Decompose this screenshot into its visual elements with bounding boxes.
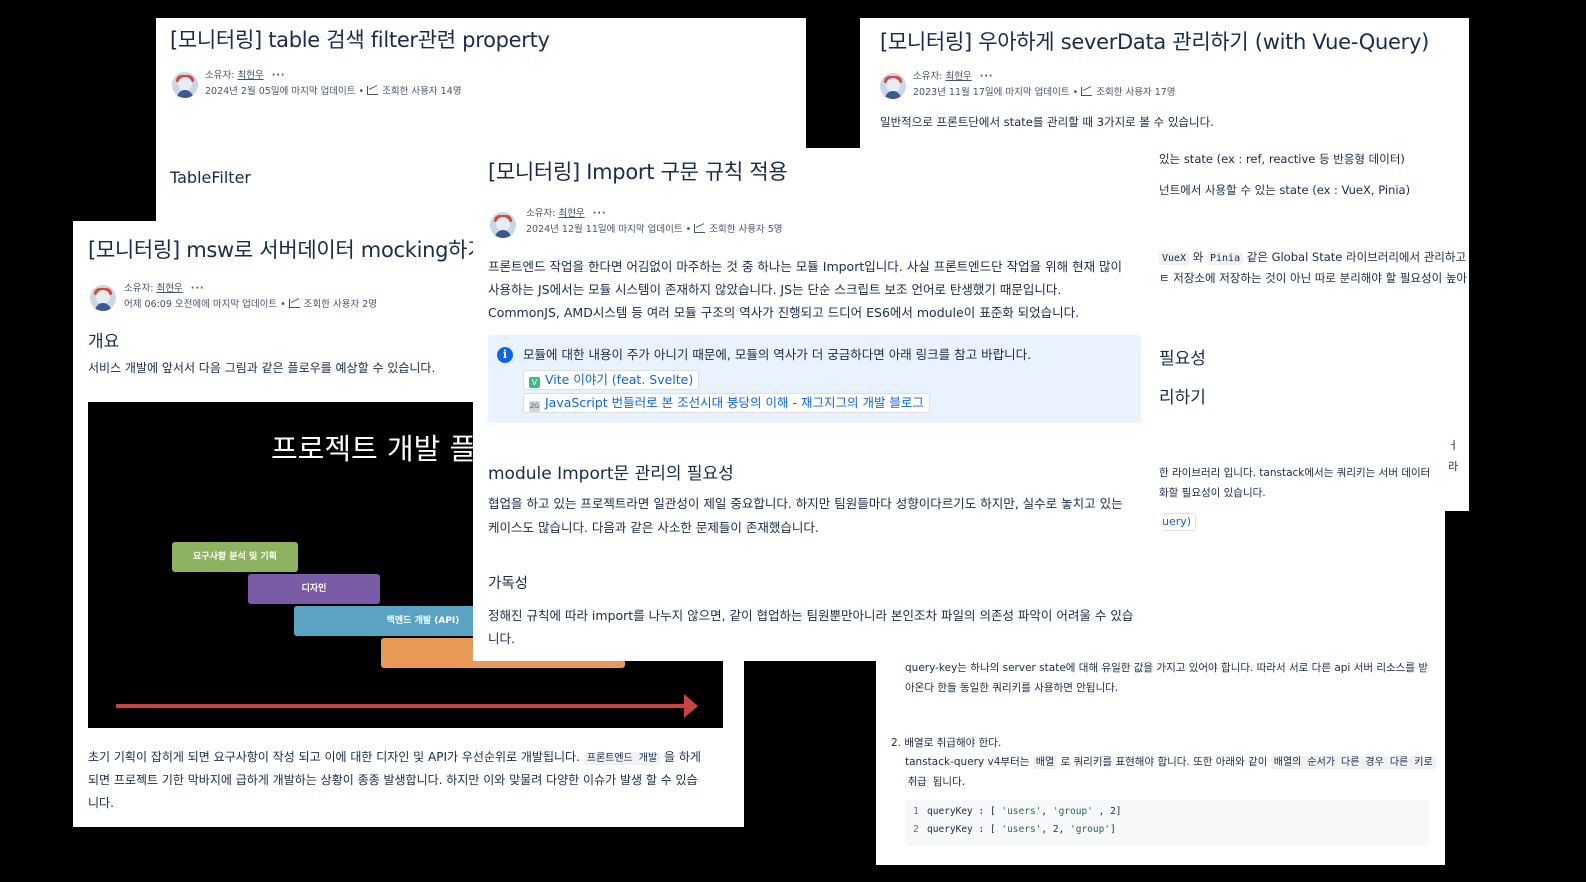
code-block[interactable]: 1 queryKey : [ 'users', 'group' , 2] 2 que…: [905, 800, 1429, 846]
owner-label: 소유자:: [205, 70, 235, 81]
paragraph: 되면 프로젝트 기한 막바지에 급하게 개발하는 상황이 종종 발생합니다. 하…: [88, 773, 698, 787]
section-heading: 개요: [88, 332, 120, 352]
owner-link[interactable]: 최현우: [945, 71, 971, 82]
paragraph: 초기 기획이 잡히게 되면 요구사항이 작성 되고 이에 대한 디자인 및 AP…: [88, 750, 701, 765]
list-item-body: tanstack-query v4부터는 배열 로 쿼리키를 표현해야 합니다.…: [905, 751, 1436, 774]
inline-code: 프론트엔드 개발: [583, 752, 661, 765]
page-title[interactable]: [모니터링] Import 구문 규칙 적용: [488, 156, 788, 186]
owner-link[interactable]: 최현우: [156, 283, 182, 294]
gantt-bar: 디자인: [248, 574, 380, 604]
section-heading: module Import문 관리의 필요성: [488, 464, 734, 484]
owner-label: 소유자:: [124, 283, 154, 294]
subsection-heading: 가독성: [488, 576, 529, 592]
paragraph: 케이스도 많습니다. 다음과 같은 사소한 문제들이 존재했습니다.: [488, 520, 819, 535]
analytics-icon: [1081, 87, 1093, 96]
inline-code: 취급: [905, 776, 930, 789]
info-icon: i: [497, 347, 513, 363]
more-icon[interactable]: ···: [191, 281, 205, 297]
paragraph: 니다.: [488, 631, 515, 646]
more-icon[interactable]: ···: [980, 69, 994, 85]
more-icon[interactable]: ···: [593, 206, 607, 222]
paragraph: 사용하는 JS에서는 모듈 시스템이 존재하지 않았습니다. JS는 단순 스크…: [488, 282, 1062, 297]
last-updated: 어제 06:09 오전에에 마지막 업데이트: [124, 299, 278, 310]
text-fragment: ㅓ: [1448, 439, 1459, 452]
page-title[interactable]: [모니터링] table 검색 filter관련 property: [170, 24, 550, 54]
timeline-arrow: [116, 704, 686, 708]
line-number: 2: [913, 824, 919, 835]
section-heading: 필요성: [1159, 349, 1206, 369]
paragraph: 아온다 한들 동일한 쿼리키를 사용하면 안됩니다.: [905, 682, 1119, 694]
smart-link-vite[interactable]: V Vite 이야기 (feat. Svelte): [523, 370, 700, 390]
inline-code: 배열: [1032, 756, 1058, 769]
analytics-icon: [694, 224, 706, 233]
analytics-icon: [288, 299, 300, 308]
analytics-icon: [367, 86, 379, 95]
inline-code: Pinia: [1207, 252, 1244, 265]
paragraph: CommonJS, AMD시스템 등 여러 모듈 구조의 역사가 진행되고 드디…: [488, 305, 1080, 320]
paragraph: 니다.: [88, 796, 114, 810]
list-item: 있는 state (ex : ref, reactive 등 반응형 데이터): [1159, 152, 1405, 166]
gantt-bar: 요구사항 분석 및 기획: [172, 542, 298, 572]
avatar[interactable]: [90, 285, 116, 311]
last-updated: 2024년 12월 11일에 마지막 업데이트: [526, 224, 683, 235]
viewer-count[interactable]: 조회한 사용자 14명: [382, 86, 461, 97]
owner-link[interactable]: 최현우: [237, 70, 263, 81]
page-byline: 소유자: 최현우 ··· 2024년 12월 11일에 마지막 업데이트 • 조…: [526, 206, 783, 235]
paragraph: 협업을 하고 있는 프로젝트라면 일관성이 제일 중요합니다. 하지만 팀원들마…: [488, 496, 1123, 511]
last-updated: 2023년 11월 17일에 마지막 업데이트: [913, 87, 1070, 98]
line-number: 1: [913, 806, 919, 817]
owner-link[interactable]: 최현우: [558, 208, 584, 219]
page-title[interactable]: [모니터링] msw로 서버데이터 mocking하기: [88, 234, 487, 264]
info-panel: i 모듈에 대한 내용이 주가 아니기 때문에, 모듈의 역사가 더 궁금하다면…: [488, 335, 1141, 423]
smart-link[interactable]: uery): [1162, 513, 1197, 531]
last-updated: 2024년 2월 05일에 마지막 업데이트: [205, 86, 356, 97]
paragraph: 일반적으로 프론트단에서 state를 관리할 때 3가지로 볼 수 있습니다.: [880, 115, 1214, 129]
page-byline: 소유자: 최현우 ··· 2024년 2월 05일에 마지막 업데이트 • 조회…: [205, 68, 462, 97]
section-heading: 리하기: [1159, 388, 1206, 408]
viewer-count[interactable]: 조회한 사용자 2명: [304, 299, 377, 310]
page-title[interactable]: [모니터링] 우아하게 severData 관리하기 (with Vue-Que…: [880, 26, 1429, 56]
more-icon[interactable]: ···: [272, 68, 286, 84]
avatar[interactable]: [172, 72, 198, 98]
section-heading: TableFilter: [170, 168, 251, 187]
paragraph: 화할 필요성이 있습니다.: [1159, 487, 1266, 499]
owner-label: 소유자:: [913, 71, 943, 82]
blog-icon: ZG: [529, 401, 540, 412]
page-byline: 소유자: 최현우 ··· 2023년 11월 17일에 마지막 업데이트 • 조…: [913, 69, 1176, 98]
page-card-import-rules[interactable]: [모니터링] Import 구문 규칙 적용 소유자: 최현우 ··· 2024…: [473, 148, 1159, 661]
code-line: 2 queryKey : [ 'users', 2, 'group']: [905, 824, 1116, 835]
paragraph: 서비스 개발에 앞서서 다음 그림과 같은 플로우를 예상할 수 있습니다.: [88, 361, 436, 375]
inline-code: VueX: [1159, 252, 1190, 265]
list-item-body: 취급 됩니다.: [905, 771, 965, 794]
page-byline: 소유자: 최현우 ··· 어제 06:09 오전에에 마지막 업데이트 • 조회…: [124, 281, 377, 310]
paragraph: 프론트엔드 작업을 한다면 어김없이 마주하는 것 중 하나는 모듈 Impor…: [488, 259, 1123, 274]
vite-icon: V: [529, 377, 540, 388]
info-text: 모듈에 대한 내용이 주가 아니기 때문에, 모듈의 역사가 더 궁금하다면 아…: [523, 347, 1032, 362]
viewer-count[interactable]: 조회한 사용자 17명: [1096, 87, 1175, 98]
inline-code: 배열의 순서가 다른 경우 다른 키로: [1270, 756, 1436, 769]
viewer-count[interactable]: 조회한 사용자 5명: [709, 224, 782, 235]
avatar[interactable]: [880, 73, 906, 99]
timeline-arrow-head: [684, 694, 698, 718]
paragraph: 정해진 규칙에 따라 import를 나누지 않으면, 같이 협업하는 팀원뿐만…: [488, 608, 1134, 623]
paragraph: ㅌ 저장소에 저장하는 것이 아닌 따로 분리해야 할 필요성이 높아: [1159, 271, 1467, 285]
text-fragment: 라: [1448, 460, 1459, 473]
owner-label: 소유자:: [526, 208, 556, 219]
list-item: 넌트에서 사용할 수 있는 state (ex : VueX, Pinia): [1159, 183, 1411, 197]
avatar[interactable]: [490, 212, 516, 238]
smart-link-blog[interactable]: ZG JavaScript 번들러로 본 조선시대 붕당의 이해 - 재그지그의 …: [523, 393, 930, 413]
code-line: 1 queryKey : [ 'users', 'group' , 2]: [905, 806, 1121, 817]
